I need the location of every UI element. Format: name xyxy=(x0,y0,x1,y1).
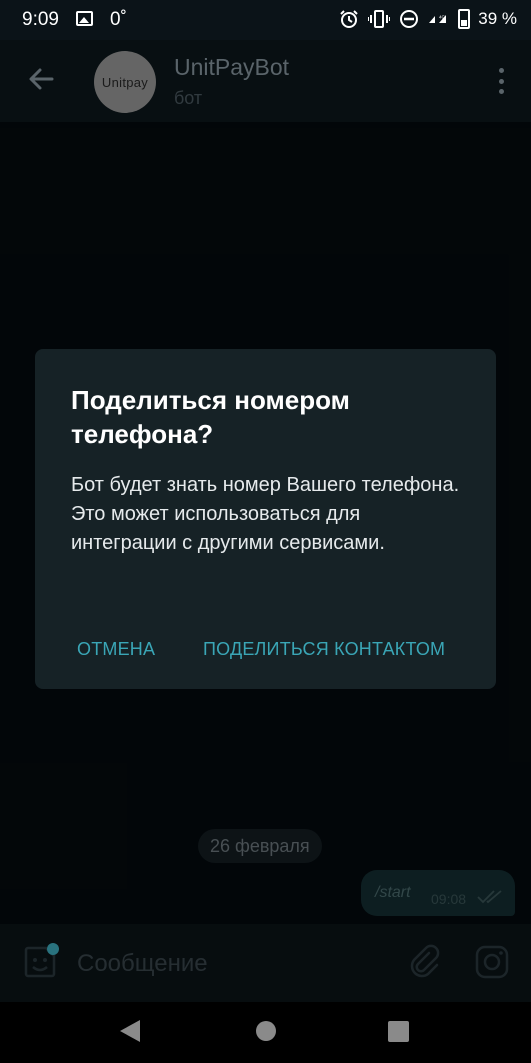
system-nav-bar xyxy=(0,1002,531,1063)
status-bar: 9:09 0˚ 4G 39 % xyxy=(0,0,531,40)
alarm-icon xyxy=(338,8,360,30)
nav-back-icon[interactable] xyxy=(120,1020,140,1042)
battery-icon xyxy=(458,9,471,29)
signal-icon: 4G xyxy=(428,8,450,30)
nav-home-icon[interactable] xyxy=(256,1021,276,1041)
vibrate-icon xyxy=(368,8,391,30)
dnd-icon xyxy=(398,8,420,30)
cancel-button[interactable]: ОТМЕНА xyxy=(77,639,155,660)
nav-recent-icon[interactable] xyxy=(388,1021,409,1042)
share-phone-dialog: Поделиться номером телефона? Бот будет з… xyxy=(35,349,496,689)
share-contact-button[interactable]: ПОДЕЛИТЬСЯ КОНТАКТОМ xyxy=(203,639,445,660)
status-time: 9:09 xyxy=(22,9,59,30)
status-right-group: 4G 39 % xyxy=(338,8,517,30)
gallery-notification-icon xyxy=(76,11,93,26)
dialog-title: Поделиться номером телефона? xyxy=(71,385,350,449)
status-temperature: 0˚ xyxy=(110,9,127,30)
dialog-message: Бот будет знать номер Вашего телефона. Э… xyxy=(71,474,460,554)
network-type: 4G xyxy=(439,15,446,20)
battery-level: 39 % xyxy=(478,9,517,28)
